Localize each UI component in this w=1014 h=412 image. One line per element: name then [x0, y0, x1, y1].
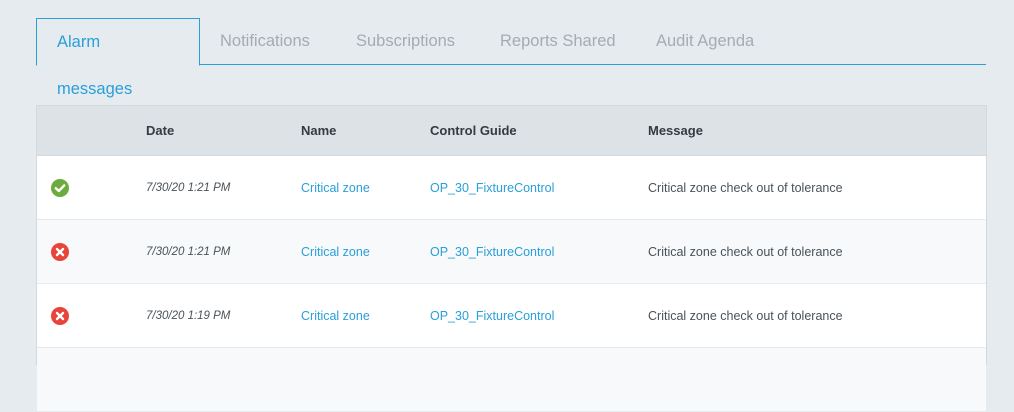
tab-audit-agenda[interactable]: Audit Agenda [656, 18, 754, 65]
row-control-guide-link[interactable]: OP_30_FixtureControl [430, 156, 554, 220]
table-row[interactable] [37, 348, 986, 412]
table-header: Date Name Control Guide Message [37, 106, 986, 156]
x-circle-icon [51, 243, 69, 261]
alarm-messages-table: Date Name Control Guide Message 7/30/20 … [36, 105, 987, 412]
row-message: Critical zone check out of tolerance [648, 181, 843, 195]
column-header-control-guide[interactable]: Control Guide [430, 106, 517, 156]
x-circle-icon [51, 307, 69, 325]
row-name-link[interactable]: Critical zone [301, 284, 370, 348]
row-date: 7/30/20 1:19 PM [146, 310, 231, 322]
tab-notifications[interactable]: Notifications [220, 18, 310, 65]
row-date: 7/30/20 1:21 PM [146, 246, 231, 258]
row-message: Critical zone check out of tolerance [648, 309, 843, 323]
table-row[interactable]: 7/30/20 1:19 PM Critical zone OP_30_Fixt… [37, 284, 986, 348]
row-date: 7/30/20 1:21 PM [146, 182, 231, 194]
row-name-link[interactable]: Critical zone [301, 220, 370, 284]
column-header-date[interactable]: Date [146, 106, 174, 156]
row-message: Critical zone check out of tolerance [648, 245, 843, 259]
row-name-link[interactable]: Critical zone [301, 156, 370, 220]
table-row[interactable]: 7/30/20 1:21 PM Critical zone OP_30_Fixt… [37, 220, 986, 284]
column-header-name[interactable]: Name [301, 106, 336, 156]
row-control-guide-link[interactable]: OP_30_FixtureControl [430, 284, 554, 348]
tab-alarm-messages[interactable]: Alarm messages [36, 18, 200, 98]
tab-reports-shared[interactable]: Reports Shared [500, 18, 616, 65]
tab-bar: Alarm messages Notifications Subscriptio… [36, 18, 986, 98]
column-header-message[interactable]: Message [648, 106, 703, 156]
tab-subscriptions[interactable]: Subscriptions [356, 18, 455, 65]
check-circle-icon [51, 179, 69, 197]
table-row[interactable]: 7/30/20 1:21 PM Critical zone OP_30_Fixt… [37, 156, 986, 220]
row-control-guide-link[interactable]: OP_30_FixtureControl [430, 220, 554, 284]
